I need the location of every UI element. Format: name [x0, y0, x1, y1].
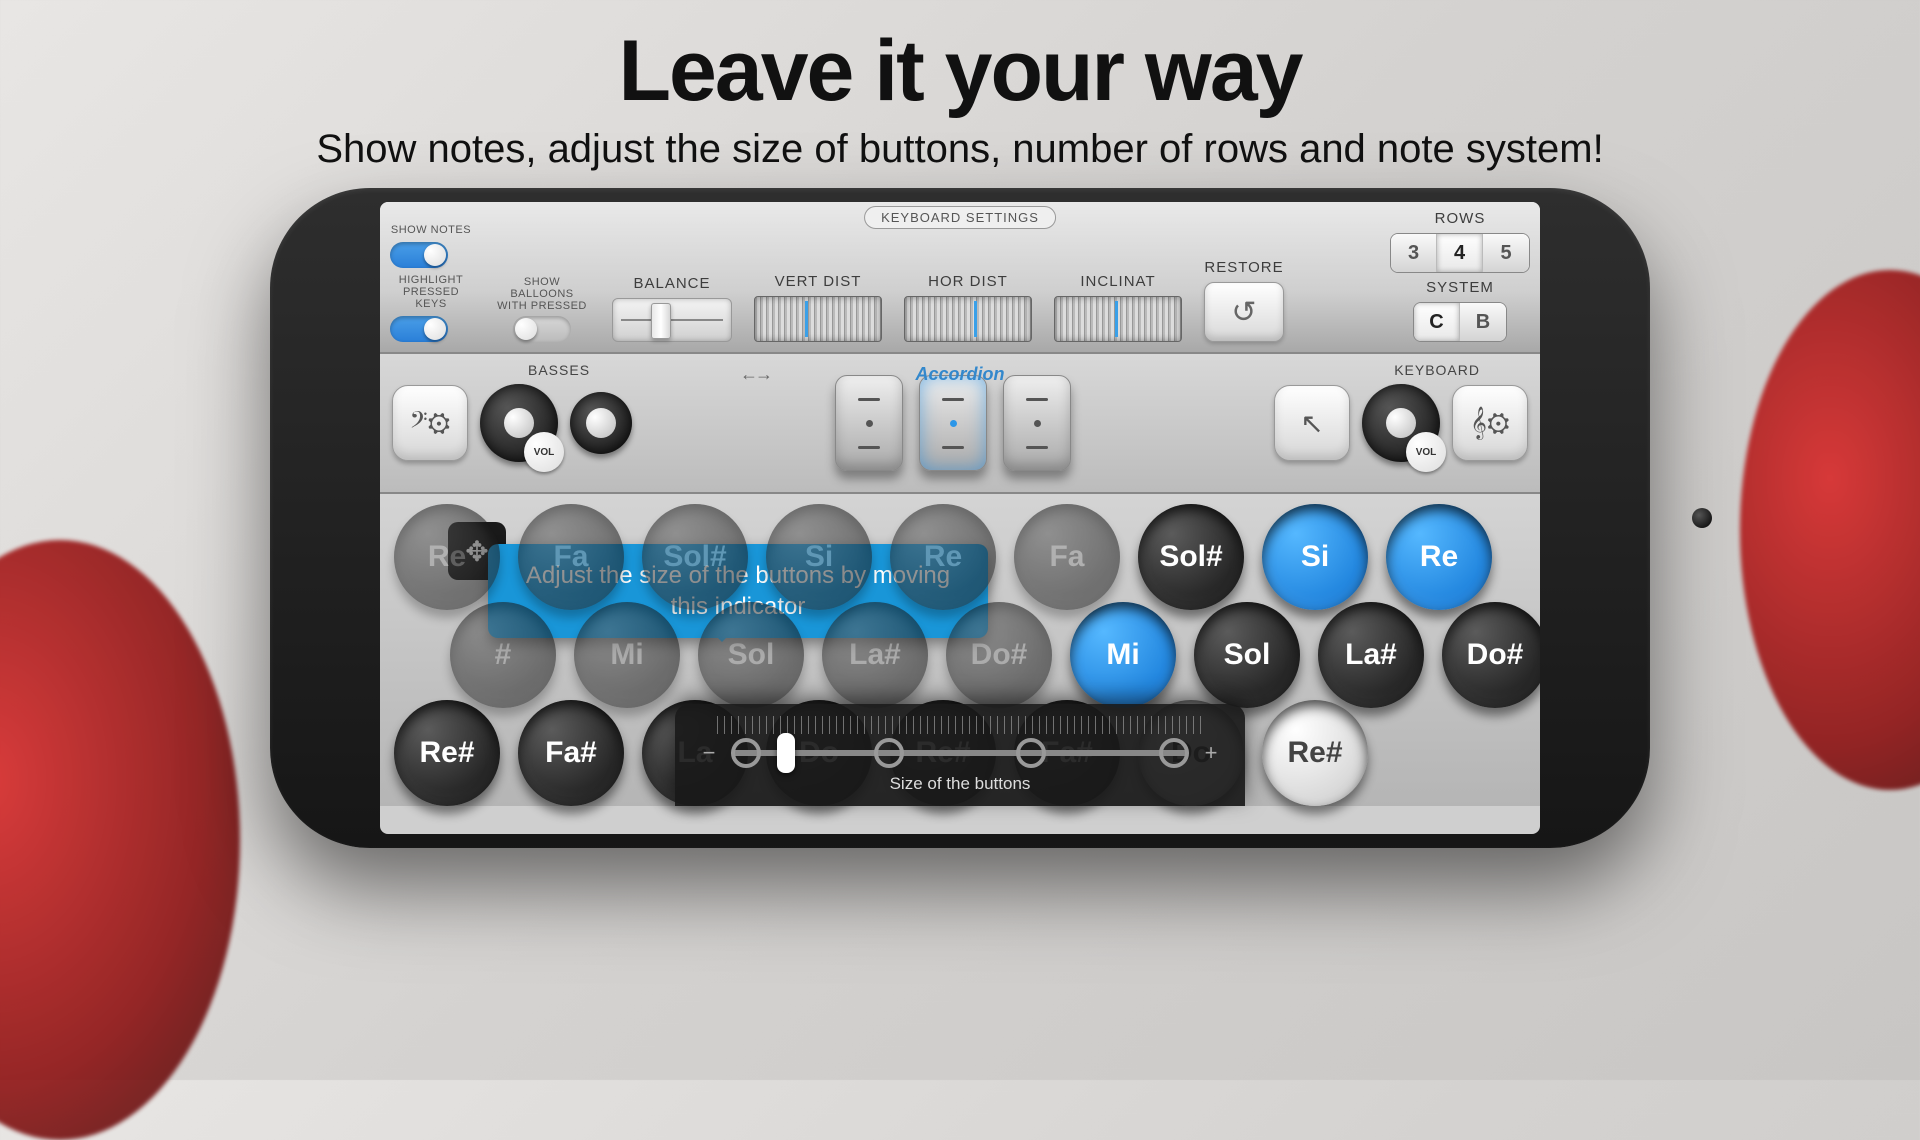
system-segmented: C B: [1413, 302, 1507, 342]
note-button[interactable]: La#: [1318, 602, 1424, 708]
basses-label: BASSES: [528, 362, 590, 378]
show-notes-toggle[interactable]: [390, 242, 448, 268]
headline-title: Leave it your way: [0, 22, 1920, 121]
note-button[interactable]: Fa: [518, 504, 624, 610]
rows-option-4[interactable]: 4: [1437, 234, 1483, 272]
phone-frame: KEYBOARD SETTINGS SHOW NOTES HIGHLIGHT P…: [270, 188, 1650, 848]
undo-icon: ↺: [1231, 295, 1256, 330]
note-button[interactable]: Re#: [1262, 700, 1368, 806]
vol-badge-kb: VOL: [1406, 432, 1446, 472]
bass-clef-gear-icon: 𝄢⚙: [410, 407, 451, 440]
bass-volume-knob[interactable]: VOL: [480, 384, 558, 462]
app-screen: KEYBOARD SETTINGS SHOW NOTES HIGHLIGHT P…: [380, 202, 1540, 834]
reed-option-3[interactable]: [1003, 375, 1071, 471]
system-option-b[interactable]: B: [1460, 303, 1506, 341]
button-keyboard: ✥ Adjust the size of the buttons by movi…: [380, 494, 1540, 806]
note-button[interactable]: Re: [890, 504, 996, 610]
rows-label: ROWS: [1435, 210, 1486, 227]
size-stop: [1016, 738, 1046, 768]
note-button[interactable]: Re#: [394, 700, 500, 806]
note-button[interactable]: Mi: [1070, 602, 1176, 708]
button-size-panel: − + Size of the buttons: [675, 704, 1245, 806]
highlight-label: HIGHLIGHT PRESSED KEYS: [390, 274, 472, 310]
show-balloons-toggle[interactable]: [513, 316, 571, 342]
size-stop: [731, 738, 761, 768]
rows-option-5[interactable]: 5: [1483, 234, 1529, 272]
system-option-c[interactable]: C: [1414, 303, 1460, 341]
show-balloons-label: SHOW BALLOONS WITH PRESSED: [494, 276, 590, 312]
vol-badge: VOL: [524, 432, 564, 472]
balance-slider[interactable]: [612, 298, 732, 342]
restore-label: RESTORE: [1204, 259, 1283, 276]
key-row-2: #MiSolLa#Do#MiSolLa#Do#: [450, 602, 1526, 708]
accordion-title: Accordion: [915, 364, 1004, 385]
balance-label: BALANCE: [633, 275, 710, 292]
vert-dist-label: VERT DIST: [775, 273, 862, 290]
vert-dist-wheel[interactable]: [754, 296, 882, 342]
hor-dist-label: HOR DIST: [928, 273, 1008, 290]
inclinat-wheel[interactable]: [1054, 296, 1182, 342]
note-button[interactable]: #: [450, 602, 556, 708]
note-button[interactable]: Sol#: [1138, 504, 1244, 610]
note-button[interactable]: Sol#: [642, 504, 748, 610]
system-label: SYSTEM: [1426, 279, 1494, 296]
size-slider[interactable]: [731, 750, 1189, 756]
reed-option-2[interactable]: [919, 375, 987, 471]
note-button[interactable]: La#: [822, 602, 928, 708]
note-button[interactable]: Fa#: [518, 700, 624, 806]
background-accent-left: [0, 540, 240, 1140]
inclinat-label: INCLINAT: [1080, 273, 1155, 290]
note-button[interactable]: Re: [394, 504, 500, 610]
reed-selector: [835, 375, 1071, 471]
note-button[interactable]: Mi: [574, 602, 680, 708]
swap-arrows-icon[interactable]: ←→: [740, 364, 770, 385]
headline-subtitle: Show notes, adjust the size of buttons, …: [0, 127, 1920, 172]
note-button[interactable]: Si: [1262, 504, 1368, 610]
keyboard-volume-knob[interactable]: VOL: [1362, 384, 1440, 462]
size-stop: [874, 738, 904, 768]
panel-title: KEYBOARD SETTINGS: [864, 206, 1056, 229]
note-button[interactable]: Fa: [1014, 504, 1120, 610]
bass-settings-button[interactable]: 𝄢⚙: [392, 385, 468, 461]
collapse-arrow-icon: ↖: [1300, 407, 1323, 440]
size-decrease-button[interactable]: −: [699, 740, 719, 766]
rows-option-3[interactable]: 3: [1391, 234, 1437, 272]
size-slider-label: Size of the buttons: [699, 774, 1221, 794]
restore-button[interactable]: ↺: [1204, 282, 1284, 342]
note-button[interactable]: Si: [766, 504, 872, 610]
promo-headline: Leave it your way Show notes, adjust the…: [0, 22, 1920, 172]
key-row-1: ReFaSol#SiReFaSol#SiRe: [394, 504, 1526, 610]
collapse-button[interactable]: ↖: [1274, 385, 1350, 461]
reed-option-1[interactable]: [835, 375, 903, 471]
note-button[interactable]: Re: [1386, 504, 1492, 610]
ruler-ticks: [717, 716, 1203, 734]
note-button[interactable]: Sol: [1194, 602, 1300, 708]
note-button[interactable]: Sol: [698, 602, 804, 708]
size-slider-thumb[interactable]: [777, 733, 795, 773]
size-stop: [1159, 738, 1189, 768]
background-accent-right: [1740, 270, 1920, 790]
hor-dist-wheel[interactable]: [904, 296, 1032, 342]
bass-secondary-knob[interactable]: [570, 392, 632, 454]
highlight-keys-toggle[interactable]: [390, 316, 448, 342]
keyboard-label: KEYBOARD: [1394, 362, 1480, 378]
note-button[interactable]: Do#: [946, 602, 1052, 708]
phone-camera-icon: [1692, 508, 1712, 528]
treble-clef-gear-icon: 𝄞⚙: [1470, 407, 1509, 440]
keyboard-settings-panel: KEYBOARD SETTINGS SHOW NOTES HIGHLIGHT P…: [380, 202, 1540, 354]
keyboard-settings-button[interactable]: 𝄞⚙: [1452, 385, 1528, 461]
show-notes-label: SHOW NOTES: [390, 224, 472, 236]
size-increase-button[interactable]: +: [1201, 740, 1221, 766]
instrument-strip: BASSES Accordion ←→ KEYBOARD 𝄢⚙ VOL ↖ VO…: [380, 354, 1540, 494]
rows-segmented: 3 4 5: [1390, 233, 1530, 273]
note-button[interactable]: Do#: [1442, 602, 1540, 708]
